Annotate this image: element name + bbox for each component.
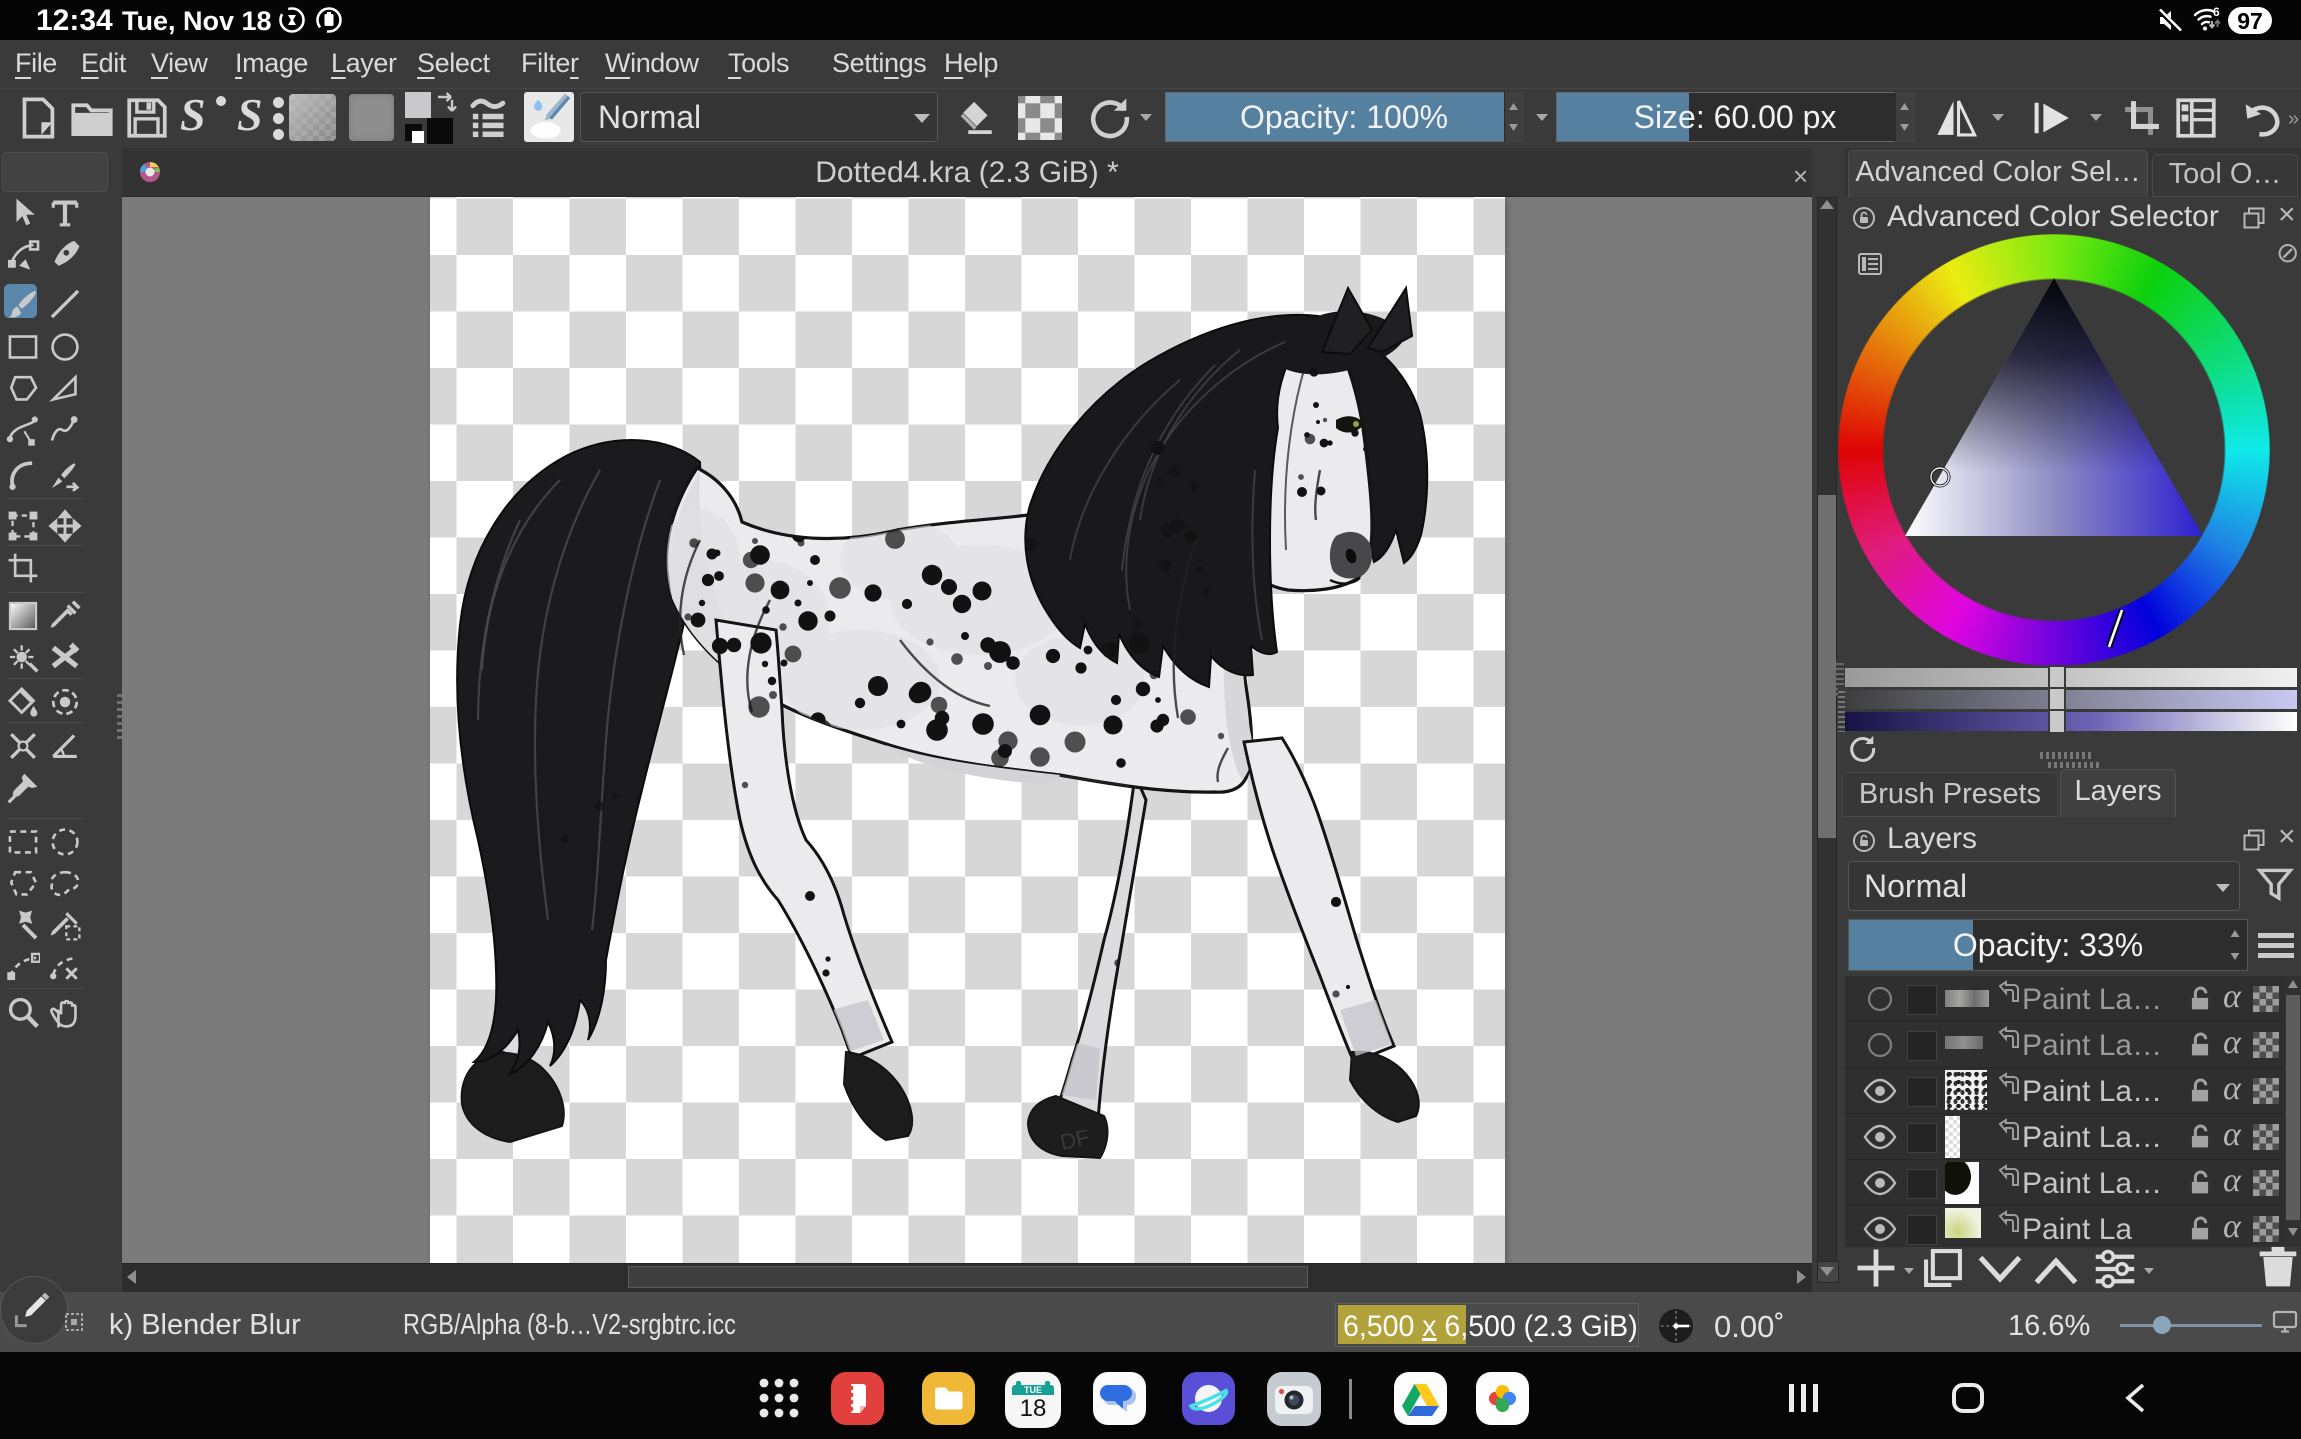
svg-text:6: 6	[2213, 5, 2220, 19]
svg-text:18: 18	[1020, 1395, 1047, 1422]
svg-text:TUE: TUE	[1024, 1385, 1042, 1395]
